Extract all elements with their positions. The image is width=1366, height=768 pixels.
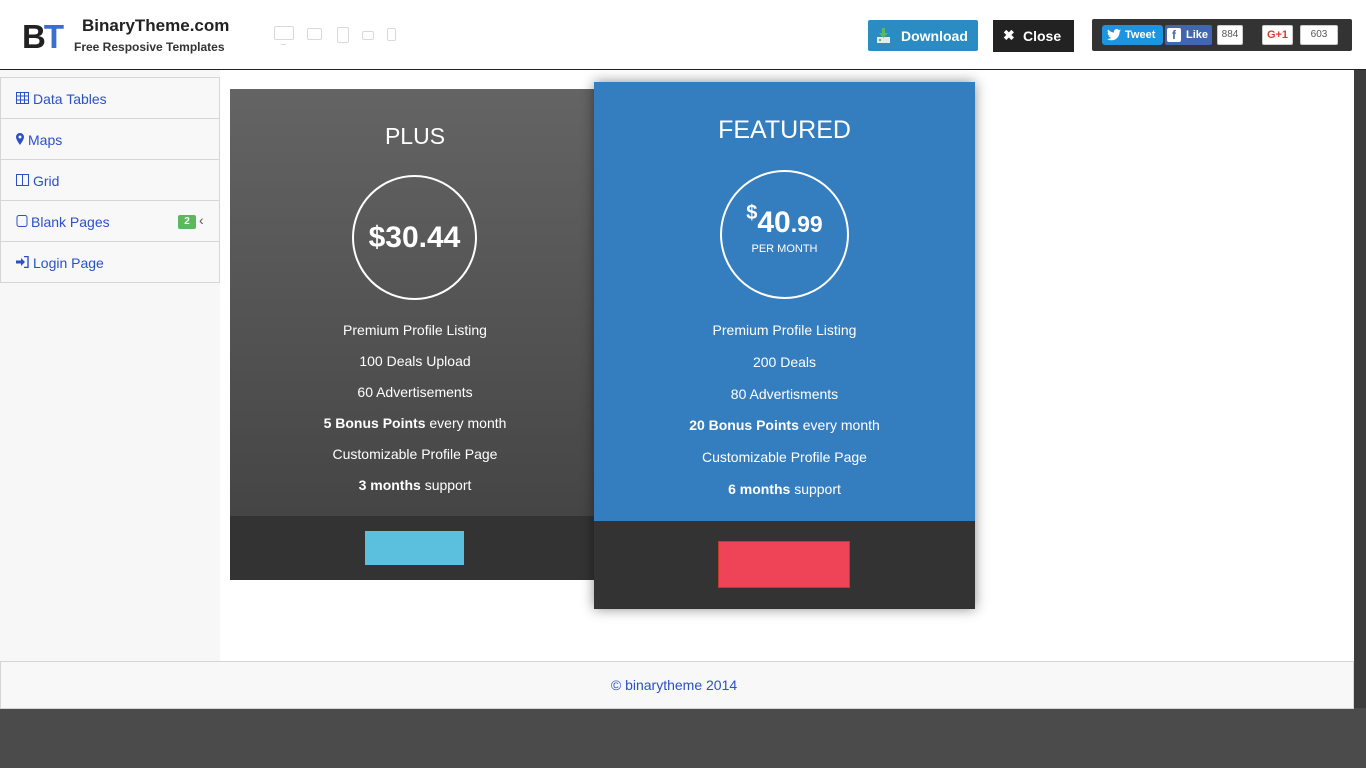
columns-icon: [16, 174, 29, 186]
sidebar-item-label: Data Tables: [33, 91, 107, 107]
like-count: 884: [1217, 25, 1243, 45]
sidebar-item-label: Blank Pages: [31, 214, 110, 230]
sign-in-icon: [16, 256, 29, 268]
price-period: PER MONTH: [751, 243, 818, 255]
facebook-like-button[interactable]: f Like: [1165, 25, 1212, 45]
pricing-card-plus: PLUS $30.44 Premium Profile Listing 100 …: [230, 89, 600, 580]
page-footer: © binarytheme 2014: [0, 661, 1354, 709]
price-circle: $40.99 PER MONTH: [720, 170, 849, 299]
table-icon: [16, 92, 29, 104]
close-label: Close: [1023, 28, 1062, 44]
tablet-icon[interactable]: [337, 27, 349, 43]
plan-feature: 20 Bonus Points every month: [689, 417, 880, 433]
download-button[interactable]: Download: [868, 20, 978, 51]
plan-feature: 3 months support: [358, 477, 472, 493]
logo-letter-t: T: [43, 18, 64, 55]
tweet-button[interactable]: Tweet: [1102, 25, 1163, 45]
sidebar-item-maps[interactable]: Maps: [1, 119, 219, 160]
like-label: Like: [1186, 29, 1209, 41]
close-button[interactable]: ✖ Close: [993, 20, 1074, 52]
logo-letter-b: B: [22, 18, 46, 55]
plan-feature: 6 months support: [728, 481, 841, 497]
sidebar-item-login-page[interactable]: Login Page: [1, 242, 219, 283]
phone-landscape-icon[interactable]: [362, 31, 374, 40]
plan-feature: 200 Deals: [752, 354, 817, 370]
logo-title[interactable]: BinaryTheme.com: [82, 16, 229, 36]
plan-feature: Premium Profile Listing: [712, 322, 857, 338]
featured-select-button[interactable]: [718, 541, 850, 588]
facebook-icon: f: [1167, 28, 1181, 42]
plan-title: FEATURED: [718, 116, 851, 144]
square-icon: [16, 215, 28, 227]
download-label: Download: [901, 28, 968, 44]
plan-feature: Customizable Profile Page: [702, 449, 867, 465]
desktop-icon[interactable]: [274, 26, 294, 45]
sidebar: Data Tables Maps Grid Blank Pages 2 ‹ Lo…: [0, 70, 220, 661]
tweet-label: Tweet: [1125, 29, 1156, 41]
logo-subtitle: Free Resposive Templates: [74, 40, 225, 54]
plan-feature: Premium Profile Listing: [343, 322, 487, 338]
logo-mark[interactable]: BT: [22, 18, 64, 55]
sidebar-item-label: Login Page: [33, 255, 104, 271]
sidebar-item-data-tables[interactable]: Data Tables: [1, 78, 219, 119]
plan-price: $40.99: [746, 202, 823, 239]
plan-price: $30.44: [368, 221, 461, 254]
google-plus-button[interactable]: G+1: [1262, 25, 1293, 45]
sidebar-item-blank-pages[interactable]: Blank Pages 2 ‹: [1, 201, 219, 242]
download-icon: [877, 28, 890, 43]
plan-feature: 100 Deals Upload: [359, 353, 471, 369]
pricing-card-featured: FEATURED $40.99 PER MONTH Premium Profil…: [594, 82, 975, 609]
plan-feature: Customizable Profile Page: [332, 446, 498, 462]
phone-icon[interactable]: [387, 28, 396, 41]
social-share-bar: Tweet f Like 884 G+1 603: [1092, 19, 1352, 51]
price-circle: $30.44: [352, 175, 477, 300]
sidebar-item-label: Grid: [33, 173, 60, 189]
scrollbar[interactable]: [1354, 70, 1366, 708]
close-icon: ✖: [1003, 27, 1015, 43]
copyright-text: © binarytheme 2014: [610, 677, 738, 693]
page-background: [0, 709, 1366, 768]
plan-feature: 80 Advertisments: [730, 386, 839, 402]
plan-feature: 5 Bonus Points every month: [323, 415, 507, 431]
plus-select-button[interactable]: [365, 531, 464, 565]
top-bar: BT BinaryTheme.com Free Resposive Templa…: [0, 0, 1366, 70]
sidebar-item-grid[interactable]: Grid: [1, 160, 219, 201]
sidebar-menu: Data Tables Maps Grid Blank Pages 2 ‹ Lo…: [0, 77, 220, 283]
twitter-bird-icon: [1107, 29, 1121, 41]
chevron-left-icon[interactable]: ‹: [199, 212, 204, 228]
count-badge: 2: [178, 215, 196, 229]
laptop-icon[interactable]: [307, 28, 322, 40]
plan-feature: 60 Advertisements: [357, 384, 473, 400]
sidebar-item-label: Maps: [28, 132, 63, 148]
plan-title: PLUS: [384, 123, 446, 149]
gplus-count: 603: [1300, 25, 1338, 45]
